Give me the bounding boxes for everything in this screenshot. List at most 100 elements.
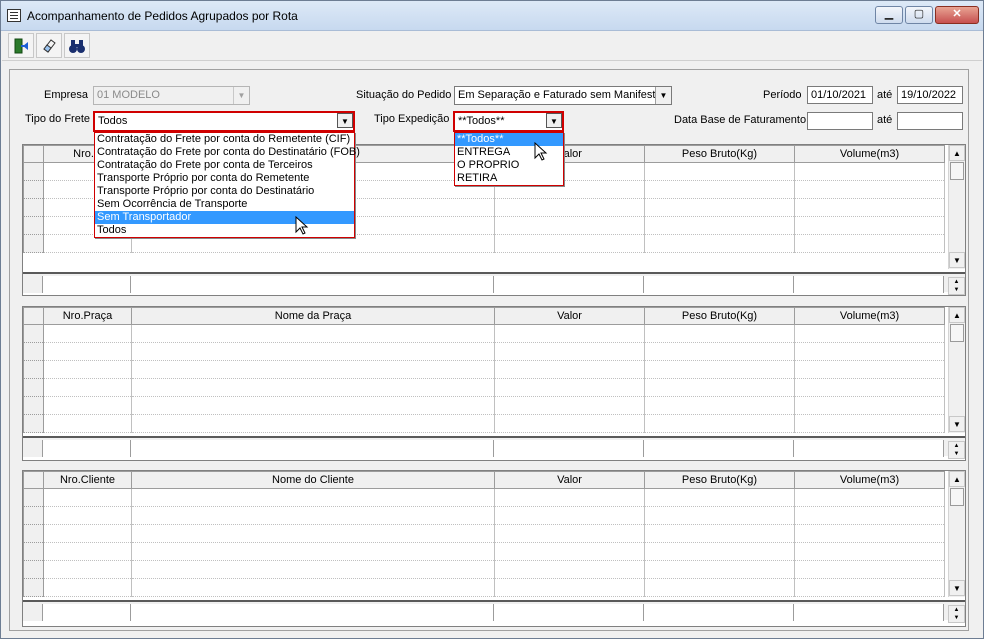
col-header-nome-praca[interactable]: Nome da Praça (131, 307, 495, 325)
chevron-down-icon: ▼ (233, 87, 249, 104)
frete-option-sem-ocorrencia[interactable]: Sem Ocorrência de Transporte (95, 198, 354, 211)
search-button[interactable] (64, 33, 90, 58)
expedicao-option-retira[interactable]: RETIRA (455, 172, 563, 185)
col-header-valor[interactable]: Valor (494, 307, 645, 325)
frete-option-terceiros[interactable]: Contratação do Frete por conta de Tercei… (95, 159, 354, 172)
tipo-expedicao-label: Tipo Expedição (374, 113, 450, 125)
empresa-value: 01 MODELO (97, 89, 160, 101)
row-header-corner[interactable] (23, 145, 44, 163)
tipo-expedicao-select[interactable]: **Todos** ▼ (453, 111, 564, 132)
row-header-corner[interactable] (23, 307, 44, 325)
cliente-grid-panel: Nro.Cliente Nome do Cliente Valor Peso B… (22, 470, 966, 627)
mouse-cursor-icon (534, 142, 548, 161)
praca-grid-panel: Nro.Praça Nome da Praça Valor Peso Bruto… (22, 306, 966, 461)
scroll-up-icon[interactable]: ▲ (949, 145, 965, 161)
col-header-volume[interactable]: Volume(m3) (794, 145, 945, 163)
col-header-nome-cliente[interactable]: Nome do Cliente (131, 471, 495, 489)
col-header-nro-cliente[interactable]: Nro.Cliente (43, 471, 132, 489)
scroll-thumb[interactable] (950, 488, 964, 506)
ate2-label: até (877, 114, 893, 126)
grid-footer (23, 600, 965, 621)
footer-spinner[interactable]: ▲ ▼ (948, 441, 965, 459)
frete-option-cif[interactable]: Contratação do Frete por conta do Remete… (95, 133, 354, 146)
tipo-frete-label: Tipo do Frete (25, 113, 91, 125)
chevron-down-icon[interactable]: ▼ (337, 113, 353, 128)
scroll-up-icon[interactable]: ▲ (949, 307, 965, 323)
col-header-volume[interactable]: Volume(m3) (794, 307, 945, 325)
cliente-grid[interactable]: Nro.Cliente Nome do Cliente Valor Peso B… (23, 471, 945, 597)
table-row[interactable] (23, 488, 945, 507)
table-row[interactable] (23, 342, 945, 361)
frete-option-todos[interactable]: Todos (95, 224, 354, 237)
scroll-thumb[interactable] (950, 162, 964, 180)
table-row[interactable] (23, 414, 945, 433)
table-row[interactable] (23, 324, 945, 343)
minimize-button[interactable]: ▁ (875, 6, 903, 24)
close-button[interactable]: ✕ (935, 6, 979, 24)
content-area: Empresa 01 MODELO ▼ Situação do Pedido E… (9, 69, 969, 631)
window-menu-icon[interactable] (7, 9, 21, 22)
tipo-frete-value: Todos (98, 115, 128, 127)
vertical-scrollbar[interactable]: ▲ ▼ (948, 307, 965, 433)
col-header-volume[interactable]: Volume(m3) (794, 471, 945, 489)
empresa-select: 01 MODELO ▼ (93, 86, 250, 105)
scroll-up-icon[interactable]: ▲ (949, 471, 965, 487)
chevron-down-icon[interactable]: ▼ (655, 87, 671, 104)
vertical-scrollbar[interactable]: ▲ ▼ (948, 145, 965, 269)
scroll-thumb[interactable] (950, 324, 964, 342)
data-base-end-field[interactable] (897, 112, 963, 130)
clear-button[interactable] (36, 33, 62, 58)
table-row[interactable] (23, 378, 945, 397)
frete-option-fob[interactable]: Contratação do Frete por conta do Destin… (95, 146, 360, 159)
table-row[interactable] (23, 524, 945, 543)
window-title: Acompanhamento de Pedidos Agrupados por … (27, 9, 298, 23)
table-row[interactable] (23, 560, 945, 579)
footer-spinner[interactable]: ▲ ▼ (948, 605, 965, 623)
scroll-down-icon[interactable]: ▼ (949, 416, 965, 432)
vertical-scrollbar[interactable]: ▲ ▼ (948, 471, 965, 597)
title-bar[interactable]: Acompanhamento de Pedidos Agrupados por … (1, 1, 983, 31)
exit-button[interactable] (8, 33, 34, 58)
tipo-frete-select[interactable]: Todos ▼ (93, 111, 355, 132)
grid-footer (23, 436, 965, 457)
scroll-down-icon[interactable]: ▼ (949, 252, 965, 268)
col-header-peso[interactable]: Peso Bruto(Kg) (644, 471, 795, 489)
frete-option-proprio-remetente[interactable]: Transporte Próprio por conta do Remetent… (95, 172, 354, 185)
frete-option-proprio-destinatario[interactable]: Transporte Próprio por conta do Destinat… (95, 185, 354, 198)
main-window: Acompanhamento de Pedidos Agrupados por … (0, 0, 984, 639)
praca-grid[interactable]: Nro.Praça Nome da Praça Valor Peso Bruto… (23, 307, 945, 433)
grid-footer (23, 272, 965, 293)
footer-spinner[interactable]: ▲ ▼ (948, 277, 965, 295)
tipo-frete-dropdown[interactable]: Contratação do Frete por conta do Remete… (94, 132, 360, 238)
chevron-down-icon[interactable]: ▼ (546, 113, 562, 128)
mouse-cursor-icon (295, 216, 309, 235)
empresa-label: Empresa (44, 89, 89, 101)
situacao-select[interactable]: Em Separação e Faturado sem Manifesto ▼ (454, 86, 672, 105)
ate-label: até (877, 89, 893, 101)
col-header-peso[interactable]: Peso Bruto(Kg) (644, 307, 795, 325)
data-base-start-field[interactable] (807, 112, 873, 130)
situacao-label: Situação do Pedido (356, 89, 452, 101)
table-row[interactable] (23, 506, 945, 525)
table-row[interactable] (23, 396, 945, 415)
toolbar (2, 31, 982, 61)
col-header-nro-praca[interactable]: Nro.Praça (43, 307, 132, 325)
table-row[interactable] (23, 578, 945, 597)
maximize-button[interactable]: ▢ (905, 6, 933, 24)
binoculars-icon (69, 40, 85, 53)
frete-option-sem-transportador[interactable]: Sem Transportador (95, 211, 354, 224)
periodo-start-field[interactable]: 01/10/2021 (807, 86, 873, 104)
exit-door-icon (14, 38, 28, 54)
data-base-label: Data Base de Faturamento (674, 114, 807, 126)
table-row[interactable] (23, 542, 945, 561)
tipo-expedicao-value: **Todos** (458, 115, 505, 127)
row-header-corner[interactable] (23, 471, 44, 489)
col-header-peso[interactable]: Peso Bruto(Kg) (644, 145, 795, 163)
col-header-valor[interactable]: Valor (494, 471, 645, 489)
periodo-label: Período (763, 89, 802, 101)
periodo-end-field[interactable]: 19/10/2022 (897, 86, 963, 104)
situacao-value: Em Separação e Faturado sem Manifesto (458, 89, 662, 101)
table-row[interactable] (23, 360, 945, 379)
eraser-icon (43, 39, 56, 53)
scroll-down-icon[interactable]: ▼ (949, 580, 965, 596)
